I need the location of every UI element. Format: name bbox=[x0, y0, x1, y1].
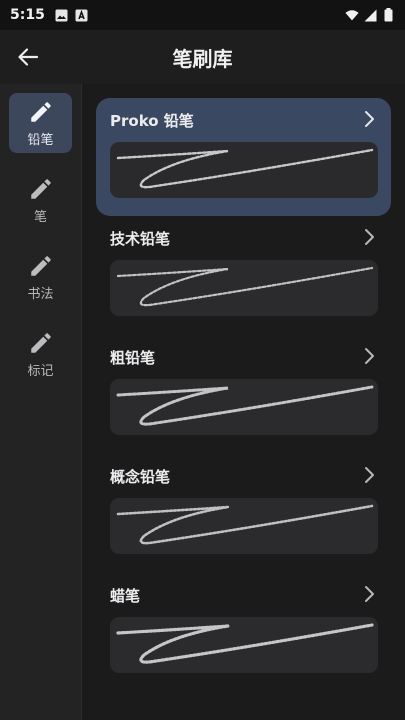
chevron-right-icon bbox=[365, 586, 374, 602]
pencil-icon bbox=[30, 332, 51, 353]
chevron-right-icon bbox=[365, 229, 374, 245]
brush-card[interactable]: 粗铅笔 bbox=[96, 335, 391, 453]
stroke-preview-image bbox=[116, 385, 374, 426]
brush-card[interactable]: 技术铅笔 bbox=[96, 216, 391, 334]
category-sidebar: 铅笔 笔 书法 标记 bbox=[0, 84, 82, 720]
sidebar-item-pencil[interactable]: 铅笔 bbox=[9, 93, 72, 153]
wifi-icon bbox=[345, 8, 359, 22]
sidebar-item-label: 书法 bbox=[27, 286, 54, 302]
stroke-preview bbox=[110, 498, 378, 554]
app-notification-icon bbox=[75, 8, 89, 22]
brush-name: 技术铅笔 bbox=[110, 230, 171, 248]
chevron-right-icon bbox=[365, 348, 374, 364]
brush-card[interactable]: 概念铅笔 bbox=[96, 454, 391, 572]
stroke-preview-image bbox=[116, 504, 374, 545]
pencil-icon bbox=[30, 255, 51, 276]
stroke-preview-image bbox=[116, 266, 374, 307]
chevron-right-icon bbox=[365, 111, 374, 127]
pencil-icon bbox=[30, 101, 51, 122]
app-bar: 笔刷库 bbox=[0, 30, 405, 84]
sidebar-item-pen[interactable]: 笔 bbox=[9, 170, 72, 230]
stroke-preview bbox=[110, 142, 378, 198]
image-notification-icon bbox=[55, 8, 69, 22]
pencil-icon bbox=[30, 178, 51, 199]
back-button[interactable] bbox=[0, 30, 56, 84]
stroke-preview-image bbox=[116, 148, 374, 189]
stroke-preview bbox=[110, 617, 378, 673]
sidebar-item-label: 标记 bbox=[27, 363, 54, 379]
brush-list: Proko 铅笔 技术铅笔 粗铅笔 概念铅笔 蜡笔 bbox=[82, 84, 405, 720]
sidebar-item-calligraphy[interactable]: 书法 bbox=[9, 247, 72, 307]
stroke-preview bbox=[110, 379, 378, 435]
stroke-preview-image bbox=[116, 623, 374, 664]
arrow-left-icon bbox=[18, 48, 39, 66]
chevron-right-icon bbox=[365, 467, 374, 483]
brush-name: 粗铅笔 bbox=[110, 349, 156, 367]
brush-card[interactable]: 蜡笔 bbox=[96, 573, 391, 691]
signal-icon bbox=[363, 8, 377, 22]
status-time: 5:15 bbox=[10, 7, 45, 23]
sidebar-item-marker[interactable]: 标记 bbox=[9, 324, 72, 384]
page-title: 笔刷库 bbox=[172, 46, 233, 71]
status-bar: 5:15 bbox=[0, 0, 405, 30]
stroke-preview bbox=[110, 260, 378, 316]
sidebar-item-label: 铅笔 bbox=[27, 132, 54, 148]
brush-card[interactable]: Proko 铅笔 bbox=[96, 98, 391, 216]
brush-name: 概念铅笔 bbox=[110, 468, 171, 486]
sidebar-item-label: 笔 bbox=[33, 209, 47, 225]
brush-name: Proko 铅笔 bbox=[110, 112, 194, 130]
brush-name: 蜡笔 bbox=[110, 587, 141, 605]
battery-icon bbox=[381, 8, 395, 22]
